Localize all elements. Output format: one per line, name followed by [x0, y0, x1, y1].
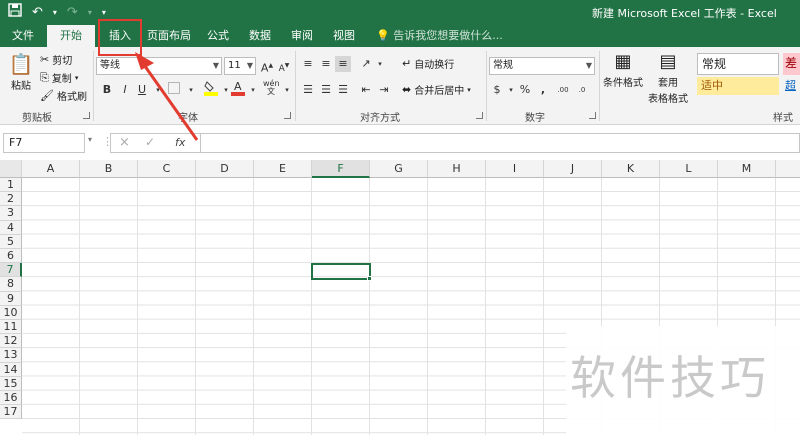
watermark-text: 软件技巧	[570, 351, 770, 405]
excel-window: ↶ ▾ ↷ ▾ ▾ 新建 Microsoft Excel 工作表 - Excel…	[0, 0, 800, 435]
